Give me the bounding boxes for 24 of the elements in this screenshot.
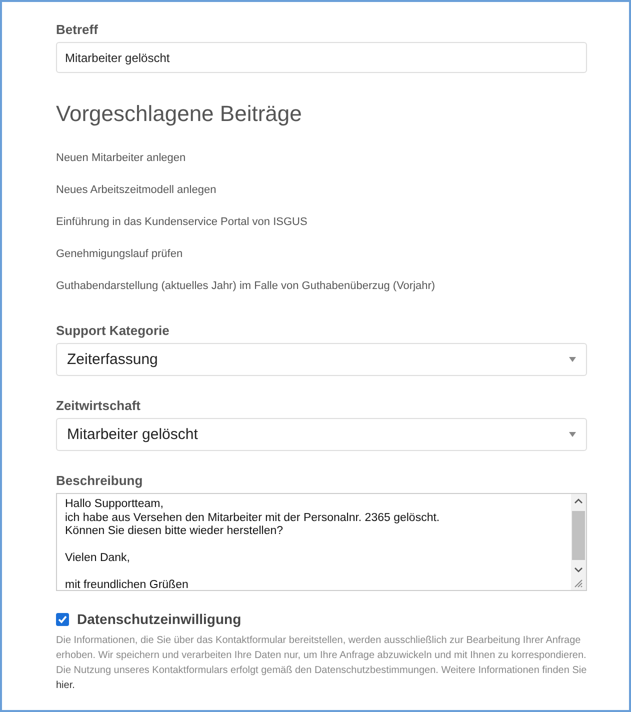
suggestion-link[interactable]: Neuen Mitarbeiter anlegen <box>56 151 186 165</box>
suggestion-link[interactable]: Guthabendarstellung (aktuelles Jahr) im Falle von Guthabenüberzug (Vorjahr) <box>56 279 436 293</box>
scroll-up-icon[interactable] <box>574 497 583 506</box>
scroll-down-icon[interactable] <box>574 565 583 574</box>
field-label: Support Kategorie <box>56 323 170 338</box>
subject-field[interactable]: Mitarbeiter gelöscht <box>56 42 587 73</box>
suggestion-link[interactable]: Einführung in das Kundenservice Portal von ISGUS <box>56 215 308 229</box>
resize-grip-icon[interactable] <box>574 579 583 588</box>
field-label: Betreff <box>56 22 99 37</box>
dropdown[interactable]: Mitarbeiter gelöscht <box>56 418 587 451</box>
suggestion-link[interactable]: Genehmigungslauf prüfen <box>56 247 183 261</box>
caret-icon <box>569 357 576 362</box>
dropdown[interactable]: Zeiterfassung <box>56 343 587 376</box>
checkbox-label: Datenschutzeinwilligung <box>77 611 242 627</box>
field-label: Zeitwirtschaft <box>56 398 142 413</box>
suggestion-link[interactable]: Neues Arbeitszeitmodell anlegen <box>56 183 216 197</box>
info-link[interactable]: hier. <box>56 680 75 691</box>
checkbox[interactable] <box>56 612 69 626</box>
field-label: Beschreibung <box>56 473 144 488</box>
description-field[interactable]: Hallo Supportteam, ich habe aus Versehen den Mitarbeiter mit der Personalnr. 2365 gelöscht. Können Sie diesen bitte wieder herstellen? Vielen Dank, mit freundlichen Grüßen <box>56 493 587 591</box>
section-heading: Vorgeschlagene Beiträge <box>56 101 303 127</box>
privacy-notice: Die Informationen, die Sie über das Kontaktformular bereitstellen, werden ausschließlich zur Bearbeitung Ihrer Anfrage erhoben. Wir speichern und verarbeiten Ihre Daten nur, um Ihre Anfrage abzuwickeln und mit Ihnen zu korrespondieren. Die Nutzung unseres Kontaktformulars erfolgt gemäß den Datenschutzbestimmungen. Weitere Informationen finden Sie hier. <box>56 634 587 693</box>
caret-icon <box>569 432 576 437</box>
scrollbar[interactable] <box>571 494 586 590</box>
